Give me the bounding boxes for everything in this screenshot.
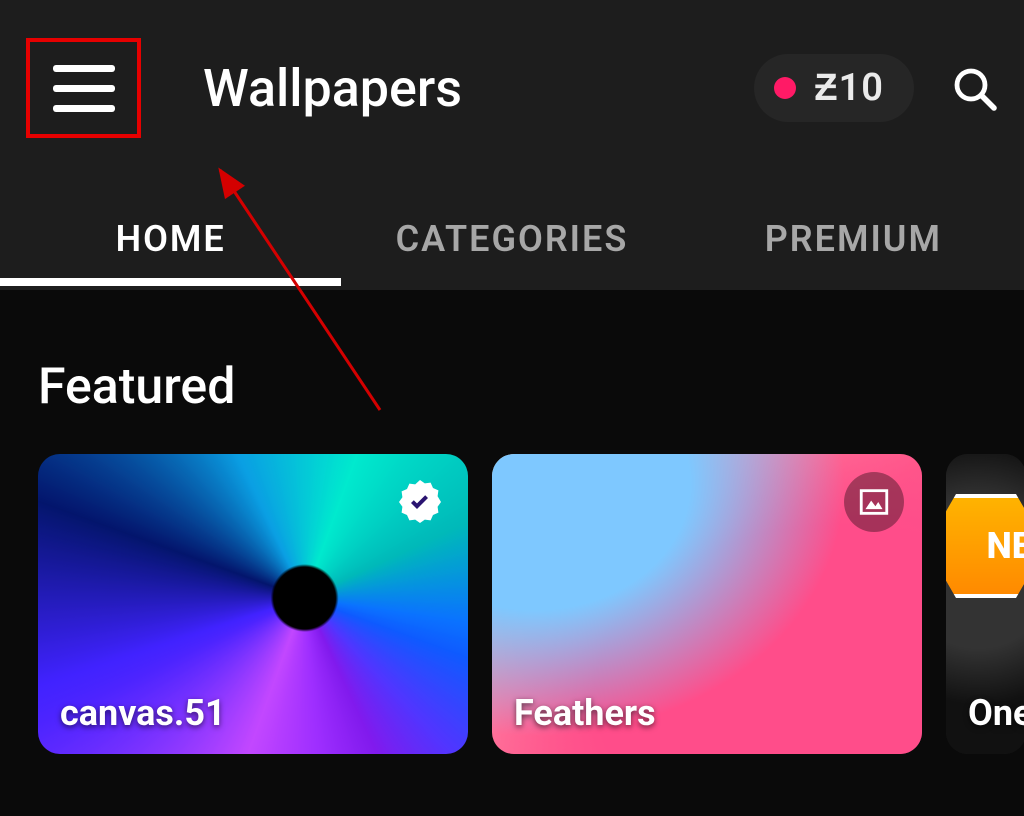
app-header: Wallpapers Ƶ10 HOME CATEGORIES PREMIUM — [0, 0, 1024, 290]
verified-badge-icon — [390, 472, 450, 532]
notification-dot-icon — [774, 77, 796, 99]
search-icon — [950, 64, 998, 112]
search-button[interactable] — [944, 58, 1004, 118]
card-title: canvas.51 — [60, 692, 226, 734]
featured-card[interactable]: canvas.51 — [38, 454, 468, 754]
image-badge-icon — [844, 472, 904, 532]
new-badge-text: NE — [986, 525, 1024, 567]
new-badge-icon: NE — [946, 494, 1024, 598]
card-title: One — [968, 692, 1024, 734]
menu-button[interactable] — [26, 38, 141, 138]
featured-card[interactable]: NE One — [946, 454, 1024, 754]
tab-premium[interactable]: PREMIUM — [683, 218, 1024, 286]
hamburger-icon — [53, 65, 115, 112]
tab-bar: HOME CATEGORIES PREMIUM — [0, 166, 1024, 286]
featured-card[interactable]: Feathers — [492, 454, 922, 754]
section-heading: Featured — [38, 358, 986, 416]
tab-home[interactable]: HOME — [0, 218, 341, 286]
featured-cards-row: canvas.51 Feathers NE One — [38, 454, 986, 754]
card-title: Feathers — [514, 692, 656, 734]
page-title: Wallpapers — [203, 58, 754, 119]
featured-section: Featured canvas.51 Feathers — [0, 290, 1024, 754]
credits-amount: Ƶ10 — [814, 66, 884, 110]
tab-categories[interactable]: CATEGORIES — [341, 218, 682, 286]
credits-pill[interactable]: Ƶ10 — [754, 54, 914, 122]
header-row: Wallpapers Ƶ10 — [0, 28, 1024, 148]
